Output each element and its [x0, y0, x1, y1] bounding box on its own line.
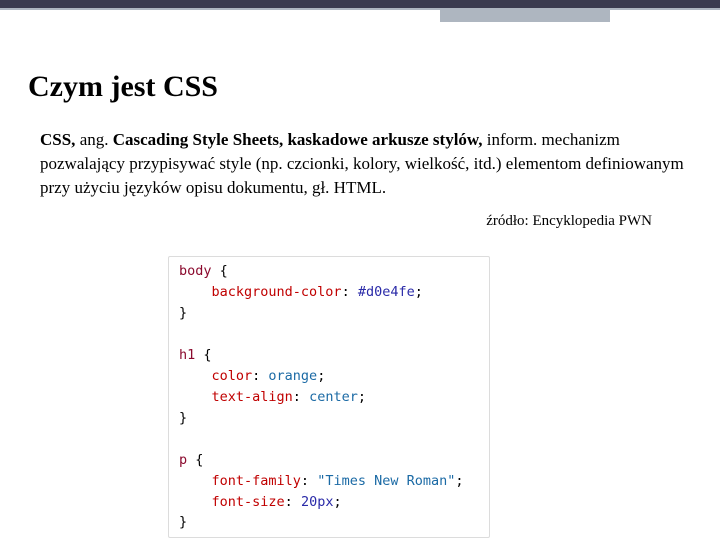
val-font-family: "Times New Roman" — [317, 473, 455, 489]
selector-h1: h1 — [179, 347, 195, 363]
slide-title: Czym jest CSS — [28, 70, 692, 104]
val-color: orange — [268, 368, 317, 384]
prop-bg: background-color — [212, 284, 342, 300]
header-accent — [440, 10, 610, 22]
def-bold-2: Cascading Style Sheets, kaskadowe arkusz… — [113, 130, 483, 149]
prop-align: text-align — [212, 389, 293, 405]
header-bar — [0, 0, 720, 10]
prop-color: color — [212, 368, 253, 384]
selector-body: body — [179, 263, 212, 279]
code-example: body { background-color: #d0e4fe; } h1 {… — [168, 256, 692, 538]
val-bg: #d0e4fe — [358, 284, 415, 300]
definition-paragraph: CSS, ang. Cascading Style Sheets, kaskad… — [40, 128, 684, 199]
prop-font-family: font-family — [212, 473, 301, 489]
selector-p: p — [179, 452, 187, 468]
val-font-size: 20px — [301, 494, 334, 510]
source-line: źródło: Encyklopedia PWN — [28, 213, 652, 230]
slide-content: Czym jest CSS CSS, ang. Cascading Style … — [0, 70, 720, 538]
def-text-1: ang. — [75, 130, 112, 149]
prop-font-size: font-size — [212, 494, 285, 510]
def-bold-1: CSS, — [40, 130, 75, 149]
css-code-block: body { background-color: #d0e4fe; } h1 {… — [168, 256, 490, 538]
val-align: center — [309, 389, 358, 405]
